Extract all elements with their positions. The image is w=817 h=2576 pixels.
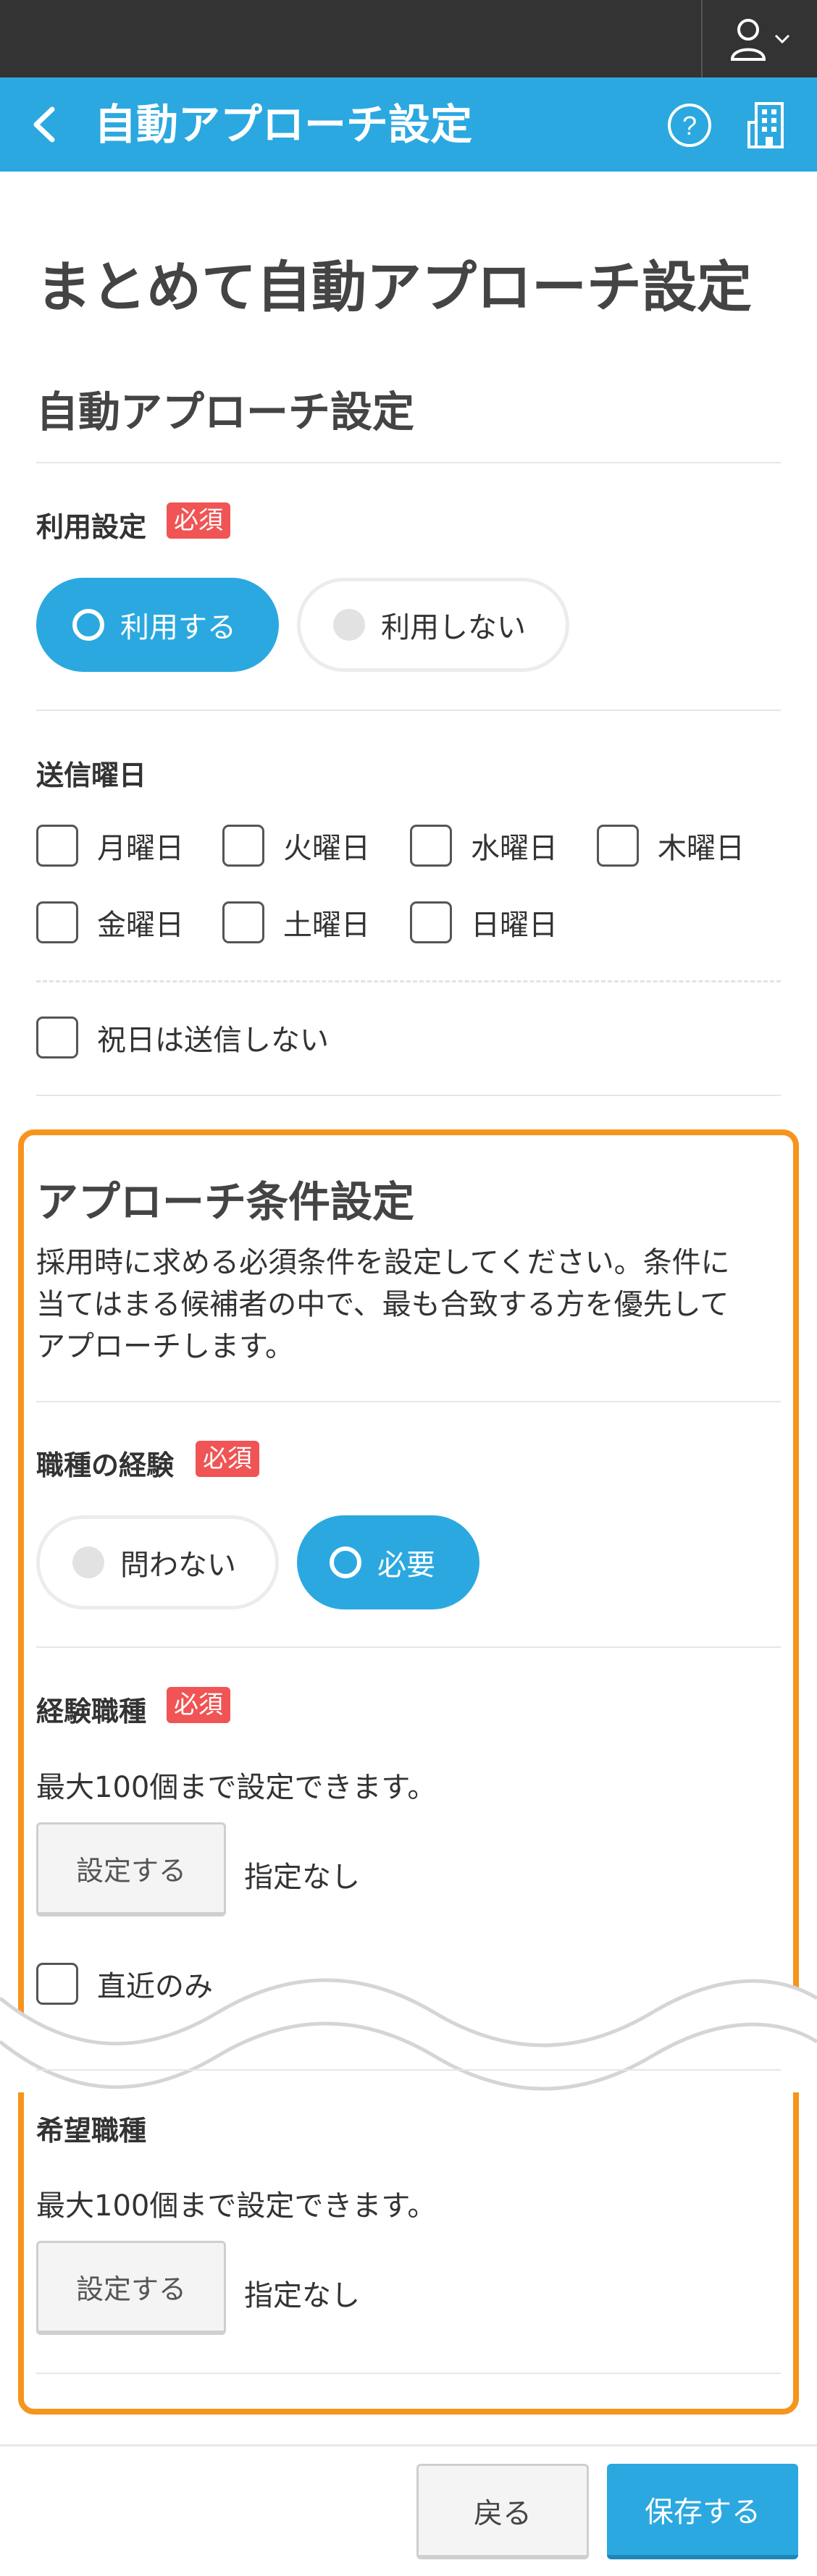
desired-jobs-label: 希望職種	[36, 2115, 147, 2147]
divider	[36, 710, 781, 711]
experienced-jobs-value: 指定なし	[244, 1861, 360, 1894]
required-badge: 必須	[167, 502, 230, 539]
required-badge: 必須	[196, 1441, 259, 1477]
desired-jobs-set-button[interactable]: 設定する	[36, 2241, 226, 2335]
day-checkbox-friday[interactable]: 金曜日	[36, 901, 184, 943]
holiday-label: 祝日は送信しない	[97, 1024, 329, 1057]
account-menu-button[interactable]	[701, 0, 817, 77]
description-line: 採用時に求める必須条件を設定してください。条件に	[36, 1246, 730, 1279]
holiday-checkbox[interactable]: 祝日は送信しない	[36, 1016, 329, 1058]
footer-divider	[0, 2444, 817, 2446]
day-checkbox-saturday[interactable]: 土曜日	[222, 901, 370, 943]
checkbox-icon	[36, 825, 78, 867]
section-title: 自動アプローチ設定	[36, 387, 415, 437]
header-title: 自動アプローチ設定	[94, 100, 473, 149]
required-badge: 必須	[167, 1687, 230, 1723]
day-label: 月曜日	[97, 832, 184, 865]
experienced-jobs-note: 最大100個まで設定できます。	[36, 1771, 437, 1804]
usage-option-label: 利用する	[120, 611, 236, 644]
divider	[36, 1646, 781, 1648]
day-label: 火曜日	[283, 832, 370, 865]
checkbox-icon	[222, 901, 264, 943]
day-checkbox-wednesday[interactable]: 水曜日	[410, 825, 558, 867]
radio-selected-icon	[330, 1546, 361, 1578]
desired-jobs-note: 最大100個まで設定できます。	[36, 2189, 437, 2223]
dashed-divider	[36, 980, 781, 982]
divider	[36, 1401, 781, 1402]
help-icon[interactable]: ?	[666, 102, 713, 148]
day-checkbox-thursday[interactable]: 木曜日	[597, 825, 745, 867]
back-arrow-icon[interactable]	[28, 106, 64, 143]
experience-option-any[interactable]: 問わない	[36, 1515, 279, 1609]
day-label: 水曜日	[471, 832, 558, 865]
description-line: アプローチします。	[36, 1330, 294, 1363]
usage-option-not-use[interactable]: 利用しない	[297, 578, 569, 672]
day-checkbox-sunday[interactable]: 日曜日	[410, 901, 558, 943]
day-checkbox-monday[interactable]: 月曜日	[36, 825, 184, 867]
experience-option-required[interactable]: 必要	[297, 1515, 479, 1609]
conditions-title: アプローチ条件設定	[36, 1177, 415, 1226]
experience-option-label: 必要	[377, 1549, 435, 1582]
back-button[interactable]: 戻る	[416, 2464, 589, 2559]
description-line: 当てはまる候補者の中で、最も合致する方を優先して	[36, 1288, 729, 1321]
day-label: 木曜日	[658, 832, 745, 865]
radio-unselected-icon	[72, 1546, 104, 1578]
day-label: 日曜日	[471, 909, 558, 942]
day-checkbox-tuesday[interactable]: 火曜日	[222, 825, 370, 867]
radio-unselected-icon	[333, 609, 365, 641]
checkbox-icon	[410, 825, 452, 867]
experience-option-label: 問わない	[120, 1549, 236, 1582]
checkbox-icon	[597, 825, 639, 867]
svg-text:?: ?	[682, 111, 697, 140]
checkbox-icon	[410, 901, 452, 943]
desired-jobs-value: 指定なし	[244, 2279, 360, 2312]
divider	[36, 2373, 781, 2374]
user-icon	[730, 18, 766, 61]
app-header: 自動アプローチ設定 ?	[0, 77, 817, 172]
usage-option-use[interactable]: 利用する	[36, 578, 279, 672]
radio-selected-icon	[72, 609, 104, 641]
checkbox-icon	[36, 1016, 78, 1058]
divider	[36, 462, 781, 463]
company-building-icon[interactable]	[746, 101, 792, 150]
checkbox-icon	[222, 825, 264, 867]
top-bar	[0, 0, 817, 77]
experienced-jobs-label: 経験職種	[36, 1696, 147, 1727]
page-title: まとめて自動アプローチ設定	[36, 255, 752, 319]
send-days-label: 送信曜日	[36, 759, 147, 791]
content-omitted-wave	[0, 1978, 817, 2092]
day-label: 土曜日	[283, 909, 370, 942]
experience-label: 職種の経験	[36, 1449, 175, 1481]
conditions-description: 採用時に求める必須条件を設定してください。条件に 当てはまる候補者の中で、最も合…	[36, 1242, 730, 1368]
experienced-jobs-set-button[interactable]: 設定する	[36, 1822, 226, 1916]
chevron-down-icon	[774, 34, 790, 43]
divider	[36, 1095, 781, 1096]
divider	[36, 2069, 781, 2071]
save-button[interactable]: 保存する	[607, 2464, 798, 2559]
usage-option-label: 利用しない	[381, 611, 526, 644]
checkbox-icon	[36, 901, 78, 943]
usage-label: 利用設定	[36, 511, 147, 543]
day-label: 金曜日	[97, 909, 184, 942]
